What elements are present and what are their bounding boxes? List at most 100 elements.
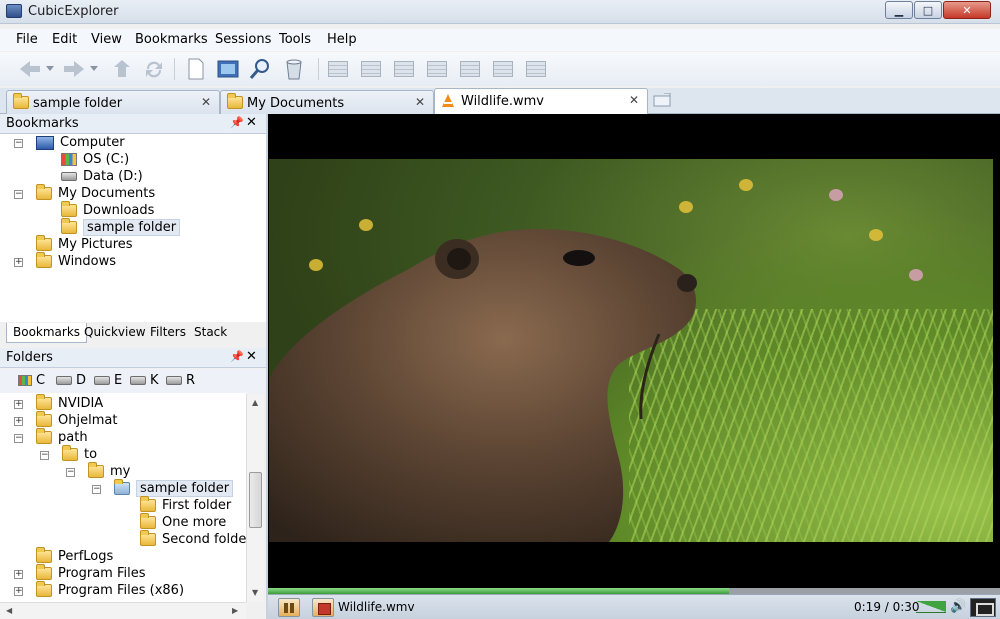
forward-arrow-icon[interactable] <box>62 58 86 80</box>
stop-icon[interactable] <box>312 598 334 617</box>
back-dropdown-icon[interactable] <box>44 58 56 80</box>
forward-dropdown-icon[interactable] <box>88 58 100 80</box>
tree-item[interactable]: First folder <box>140 496 231 514</box>
horizontal-scrollbar[interactable]: ◀ ▶ <box>0 602 246 619</box>
tree-item-sample-folder[interactable]: sample folder <box>61 218 181 236</box>
expand-icon[interactable]: + <box>14 587 23 596</box>
menu-edit[interactable]: Edit <box>52 32 77 47</box>
drive-c-button[interactable]: C <box>18 373 45 388</box>
tree-item-selected[interactable]: sample folder <box>114 479 234 497</box>
collapse-icon[interactable]: − <box>14 139 23 148</box>
tab-wildlife[interactable]: Wildlife.wmv ✕ <box>434 88 648 114</box>
close-window-button[interactable]: ✕ <box>943 1 991 19</box>
tree-item-windows[interactable]: Windows <box>36 252 116 270</box>
recycle-bin-icon[interactable] <box>282 58 306 80</box>
image-preview-icon[interactable] <box>216 58 240 80</box>
minimize-button[interactable]: ▁ <box>885 1 913 19</box>
tab-filters[interactable]: Filters <box>144 323 192 343</box>
tree-item-data-d[interactable]: Data (D:) <box>61 168 143 185</box>
tab-stack[interactable]: Stack <box>188 323 233 343</box>
collapse-icon[interactable]: − <box>92 485 101 494</box>
tree-item[interactable]: to <box>62 445 97 463</box>
tree-item[interactable]: PerfLogs <box>36 547 113 565</box>
scroll-thumb[interactable] <box>249 472 262 528</box>
expand-icon[interactable]: + <box>14 417 23 426</box>
new-file-icon[interactable] <box>184 58 208 80</box>
back-arrow-icon[interactable] <box>18 58 42 80</box>
expand-icon[interactable]: + <box>14 570 23 579</box>
scroll-left-icon[interactable]: ◀ <box>6 606 12 615</box>
fullscreen-icon[interactable] <box>970 598 996 617</box>
volume-slider[interactable] <box>916 601 946 613</box>
drive-k-button[interactable]: K <box>130 373 159 388</box>
menu-bookmarks[interactable]: Bookmarks <box>135 32 208 47</box>
refresh-icon[interactable] <box>142 58 166 80</box>
up-folder-icon[interactable] <box>110 58 134 80</box>
collapse-icon[interactable]: − <box>14 434 23 443</box>
tree-item[interactable]: Program Files (x86) <box>36 581 184 599</box>
tree-item[interactable]: Ohjelmat <box>36 411 117 429</box>
expand-icon[interactable]: + <box>14 400 23 409</box>
video-frame <box>269 159 993 542</box>
tree-item-label: path <box>58 430 88 445</box>
view-details-icon[interactable] <box>425 58 449 80</box>
tree-item-downloads[interactable]: Downloads <box>61 201 154 219</box>
scroll-right-icon[interactable]: ▶ <box>232 606 238 615</box>
menu-sessions[interactable]: Sessions <box>215 32 271 47</box>
search-icon[interactable] <box>248 58 272 80</box>
tree-item[interactable]: Program Files <box>36 564 146 582</box>
pin-icon[interactable]: 📌 <box>230 116 244 129</box>
tree-item-my-documents[interactable]: My Documents <box>36 184 155 202</box>
view-thumbnails-icon[interactable] <box>491 58 515 80</box>
collapse-icon[interactable]: − <box>66 468 75 477</box>
tree-item-label: my <box>110 464 131 479</box>
close-icon[interactable]: ✕ <box>246 115 257 130</box>
vertical-scrollbar[interactable]: ▲ ▼ <box>246 394 264 602</box>
media-title: Wildlife.wmv <box>338 600 415 614</box>
collapse-icon[interactable]: − <box>40 451 49 460</box>
tree-item[interactable]: path <box>36 428 88 446</box>
view-tiles-icon[interactable] <box>458 58 482 80</box>
documents-folder-icon <box>36 184 52 200</box>
drive-label: D <box>76 373 87 388</box>
view-large-icons-icon[interactable] <box>326 58 350 80</box>
video-viewport[interactable] <box>268 114 1000 592</box>
drive-label: E <box>114 373 123 388</box>
tab-bookmarks[interactable]: Bookmarks <box>6 323 88 343</box>
close-icon[interactable]: ✕ <box>415 95 425 109</box>
view-small-icons-icon[interactable] <box>359 58 383 80</box>
new-tab-icon[interactable] <box>650 89 674 111</box>
speaker-icon[interactable]: 🔊 <box>950 599 966 614</box>
tree-item-computer[interactable]: Computer <box>36 134 125 151</box>
pause-icon[interactable] <box>278 598 300 617</box>
tree-item[interactable]: Second folder <box>140 530 246 548</box>
close-icon[interactable]: ✕ <box>629 93 639 107</box>
tree-item[interactable]: One more <box>140 513 226 531</box>
drive-e-button[interactable]: E <box>94 373 122 388</box>
menu-file[interactable]: File <box>16 32 38 47</box>
tree-item-os-c[interactable]: OS (C:) <box>61 151 129 168</box>
collapse-icon[interactable]: − <box>14 190 23 199</box>
tab-quickview[interactable]: Quickview <box>78 323 152 343</box>
menu-view[interactable]: View <box>91 32 122 47</box>
tab-my-documents[interactable]: My Documents ✕ <box>220 90 434 114</box>
tab-sample-folder[interactable]: sample folder ✕ <box>6 90 220 114</box>
expand-icon[interactable]: + <box>14 258 23 267</box>
pin-icon[interactable]: 📌 <box>230 350 244 363</box>
close-icon[interactable]: ✕ <box>201 95 211 109</box>
view-filmstrip-icon[interactable] <box>524 58 548 80</box>
view-list-icon[interactable] <box>392 58 416 80</box>
maximize-button[interactable]: □ <box>914 1 942 19</box>
scroll-down-icon[interactable]: ▼ <box>252 588 258 597</box>
scroll-up-icon[interactable]: ▲ <box>252 398 258 407</box>
drive-d-button[interactable]: D <box>56 373 86 388</box>
drive-r-button[interactable]: R <box>166 373 195 388</box>
menu-help[interactable]: Help <box>327 32 357 47</box>
menu-tools[interactable]: Tools <box>279 32 311 47</box>
close-icon[interactable]: ✕ <box>246 349 257 364</box>
tree-item[interactable]: my <box>88 462 131 480</box>
folder-icon <box>140 530 156 546</box>
tree-item-my-pictures[interactable]: My Pictures <box>36 235 133 253</box>
folder-icon <box>36 411 52 427</box>
tree-item[interactable]: NVIDIA <box>36 394 103 412</box>
